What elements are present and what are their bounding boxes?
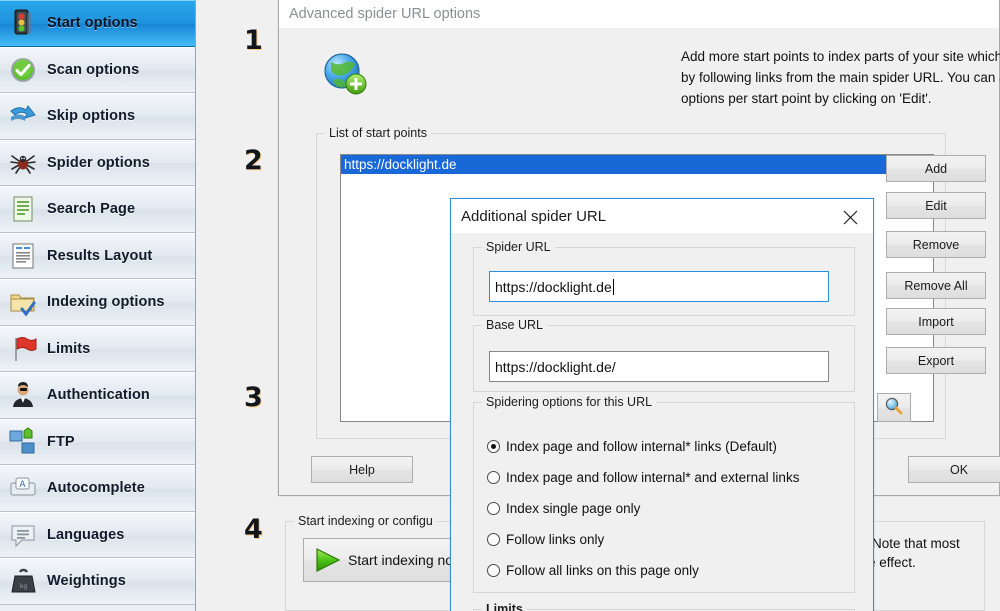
sidebar-item-label: Start options xyxy=(47,15,138,32)
preview-button[interactable] xyxy=(877,393,911,422)
spider-url-input[interactable]: https://docklight.de xyxy=(489,271,829,302)
import-button[interactable]: Import xyxy=(886,308,986,335)
sidebar-item-ftp[interactable]: FTP xyxy=(0,418,195,465)
folder-check-icon xyxy=(8,287,38,317)
green-play-icon xyxy=(312,546,342,574)
sidebar-item-autocomplete[interactable]: A Autocomplete xyxy=(0,465,195,512)
sidebar-item-authentication[interactable]: Authentication xyxy=(0,372,195,419)
advanced-dialog-desc-line-1: Add more start points to index parts of … xyxy=(681,49,1000,64)
document-page-icon xyxy=(8,194,38,224)
additional-dialog-title: Additional spider URL xyxy=(461,207,607,225)
start-indexing-label: Start indexing no xyxy=(348,552,454,568)
svg-text:kg: kg xyxy=(20,583,27,590)
additional-spider-url-dialog: Additional spider URL Spider URL https:/… xyxy=(450,198,874,611)
ok-button[interactable]: OK xyxy=(908,456,1000,483)
magnifier-icon xyxy=(884,397,904,418)
sidebar-item-label: Scan options xyxy=(47,61,140,78)
sidebar-item-label: Autocomplete xyxy=(47,480,145,497)
sidebar-item-label: Indexing options xyxy=(47,294,165,311)
step-number-2: 2 xyxy=(244,145,263,176)
note-line-2: e effect. xyxy=(868,555,916,570)
spider-icon xyxy=(8,148,38,178)
green-check-icon xyxy=(8,55,38,85)
sidebar-item-results-layout[interactable]: Results Layout xyxy=(0,232,195,279)
radio-indicator[interactable] xyxy=(487,564,500,577)
sidebar-item-label: Search Page xyxy=(47,201,136,218)
sidebar-item-limits[interactable]: Limits xyxy=(0,325,195,372)
user-suit-icon xyxy=(8,380,38,410)
svg-text:A: A xyxy=(19,480,26,490)
step-number-1: 1 xyxy=(244,25,263,56)
sidebar-item-languages[interactable]: Languages xyxy=(0,511,195,558)
help-button[interactable]: Help xyxy=(311,456,413,483)
speech-bubble-icon xyxy=(8,520,38,550)
sidebar-item-label: FTP xyxy=(47,433,75,450)
sidebar-item-scan-options[interactable]: Scan options xyxy=(0,46,195,93)
red-flag-icon xyxy=(8,334,38,364)
app-root: Start options Scan options Skip options Spi… xyxy=(0,0,1000,611)
sidebar-item-spider-options[interactable]: Spider options xyxy=(0,139,195,186)
radio-indicator[interactable] xyxy=(487,502,500,515)
sidebar: Start options Scan options Skip options Spi… xyxy=(0,0,196,611)
radio-indicator[interactable] xyxy=(487,471,500,484)
sidebar-item-skip-options[interactable]: Skip options xyxy=(0,93,195,140)
ftp-transfer-icon xyxy=(8,427,38,457)
advanced-dialog-title: Advanced spider URL options xyxy=(289,5,481,22)
spidering-option-label: Follow all links on this page only xyxy=(506,563,699,578)
sidebar-item-label: Authentication xyxy=(47,387,150,404)
sidebar-item-search-page[interactable]: Search Page xyxy=(0,186,195,233)
layout-page-icon xyxy=(8,241,38,271)
radio-indicator[interactable] xyxy=(487,440,500,453)
spidering-option-4[interactable]: Follow all links on this page only xyxy=(487,563,699,578)
keyboard-a-icon: A xyxy=(8,473,38,503)
spidering-option-label: Index page and follow internal* links (D… xyxy=(506,439,777,454)
advanced-dialog-titlebar: Advanced spider URL options xyxy=(279,0,999,29)
sidebar-item-label: Skip options xyxy=(47,108,136,125)
sidebar-item-label: Spider options xyxy=(47,154,150,171)
spidering-options-group-caption: Spidering options for this URL xyxy=(482,395,657,409)
spider-url-group-caption: Spider URL xyxy=(482,240,555,254)
step-number-3: 3 xyxy=(244,382,263,413)
globe-add-icon xyxy=(323,52,367,96)
base-url-value: https://docklight.de/ xyxy=(495,358,616,375)
close-icon[interactable] xyxy=(835,204,865,230)
spidering-option-3[interactable]: Follow links only xyxy=(487,532,604,547)
spidering-option-0[interactable]: Index page and follow internal* links (D… xyxy=(487,439,777,454)
sidebar-item-label: Weightings xyxy=(47,573,126,590)
advanced-dialog-desc-line-2: by following links from the main spider … xyxy=(681,70,1000,85)
spidering-option-label: Index page and follow internal* and exte… xyxy=(506,470,800,485)
add-button[interactable]: Add xyxy=(886,155,986,182)
spidering-option-2[interactable]: Index single page only xyxy=(487,501,640,516)
weight-icon: kg xyxy=(8,566,38,596)
sidebar-item-indexing-options[interactable]: Indexing options xyxy=(0,279,195,326)
base-url-group-caption: Base URL xyxy=(482,318,547,332)
sidebar-item-weightings[interactable]: kg Weightings xyxy=(0,558,195,605)
start-indexing-group-caption: Start indexing or configu xyxy=(294,514,437,528)
list-item[interactable]: https://docklight.de xyxy=(341,155,933,174)
sidebar-item-label: Limits xyxy=(47,340,91,357)
sidebar-item-start-options[interactable]: Start options xyxy=(0,0,195,47)
blue-arrow-icon xyxy=(8,101,38,131)
step-number-4: 4 xyxy=(244,514,263,545)
traffic-light-icon xyxy=(8,8,38,38)
spidering-option-label: Follow links only xyxy=(506,532,605,547)
sidebar-item-label: Languages xyxy=(47,526,125,543)
note-line-1: Note that most xyxy=(872,536,960,551)
spidering-option-1[interactable]: Index page and follow internal* and exte… xyxy=(487,470,799,485)
sidebar-item-label: Results Layout xyxy=(47,247,153,264)
advanced-dialog-desc-line-3: options per start point by clicking on '… xyxy=(681,91,932,106)
limits-group-caption: Limits xyxy=(482,602,527,611)
spidering-option-label: Index single page only xyxy=(506,501,641,516)
remove-button[interactable]: Remove xyxy=(886,231,986,258)
remove-all-button[interactable]: Remove All xyxy=(886,272,986,299)
base-url-input[interactable]: https://docklight.de/ xyxy=(489,351,829,382)
spider-url-value: https://docklight.de xyxy=(495,278,612,295)
additional-dialog-titlebar: Additional spider URL xyxy=(451,199,873,233)
export-button[interactable]: Export xyxy=(886,347,986,374)
text-caret xyxy=(612,278,614,295)
edit-button[interactable]: Edit xyxy=(886,192,986,219)
radio-indicator[interactable] xyxy=(487,533,500,546)
start-points-group-caption: List of start points xyxy=(325,126,431,140)
